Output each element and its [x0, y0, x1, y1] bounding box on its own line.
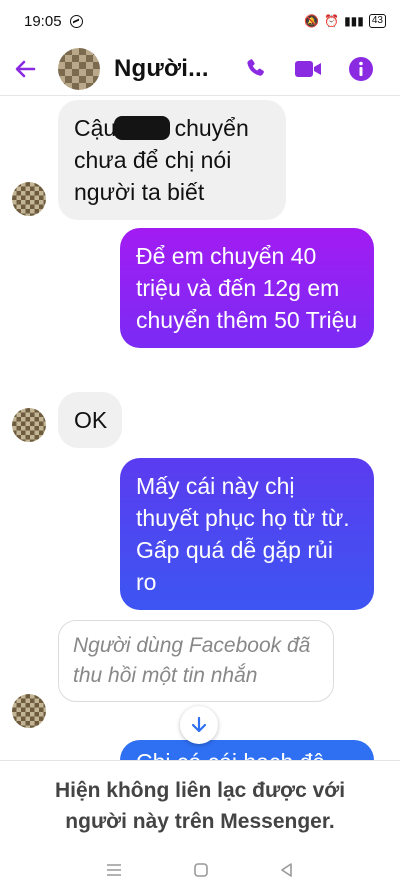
arrow-left-icon: [15, 60, 36, 77]
back-button[interactable]: [0, 58, 50, 80]
conversation-header: Người...: [0, 42, 400, 96]
status-icons: 🔕 ⏰ ▮▮▮ 43: [304, 14, 386, 28]
status-time: 19:05: [24, 12, 62, 30]
arrow-down-icon: [191, 716, 207, 733]
info-icon[interactable]: [348, 56, 374, 82]
censor-mark: [114, 116, 171, 140]
message-outgoing[interactable]: Để em chuyển 40 triệu và đến 12g em chuy…: [120, 228, 374, 348]
message-outgoing-partial[interactable]: Chị có cái hạch đâ: [120, 740, 374, 760]
contact-avatar-small: [12, 694, 46, 728]
unavailable-notice: Hiện không liên lạc được với người này t…: [0, 760, 400, 850]
contact-avatar[interactable]: [58, 47, 100, 90]
video-call-icon[interactable]: [294, 58, 322, 80]
alarm-icon: ⏰: [324, 14, 340, 28]
scroll-to-bottom-button[interactable]: [180, 706, 218, 744]
home-icon[interactable]: [193, 862, 209, 878]
contact-name[interactable]: Người...: [114, 55, 209, 83]
signal-icon: ▮▮▮: [344, 14, 364, 28]
status-bar: 19:05 🔕 ⏰ ▮▮▮ 43: [0, 0, 400, 42]
message-unsent-notice[interactable]: Người dùng Facebook đã thu hồi một tin n…: [58, 620, 334, 702]
mute-icon: 🔕: [304, 14, 320, 28]
message-outgoing[interactable]: Mấy cái này chị thuyết phục họ từ từ. Gấ…: [120, 458, 374, 610]
phone-icon[interactable]: [244, 57, 268, 81]
message-incoming[interactable]: OK: [58, 392, 122, 448]
battery-icon: 43: [368, 14, 386, 28]
message-incoming[interactable]: Cậu chuyển chưa để chị nói người ta biết: [58, 100, 286, 220]
message-text-part: Cậu: [74, 115, 117, 141]
contact-avatar-small: [12, 408, 46, 442]
messenger-notification-icon: [69, 14, 83, 28]
menu-icon[interactable]: [105, 863, 123, 877]
contact-avatar-small: [12, 182, 46, 216]
message-list[interactable]: Cậu chuyển chưa để chị nói người ta biết…: [0, 96, 400, 760]
back-triangle-icon[interactable]: [279, 862, 295, 878]
unavailable-text: Hiện không liên lạc được với người này t…: [54, 778, 346, 833]
system-navigation-bar: [0, 850, 400, 889]
